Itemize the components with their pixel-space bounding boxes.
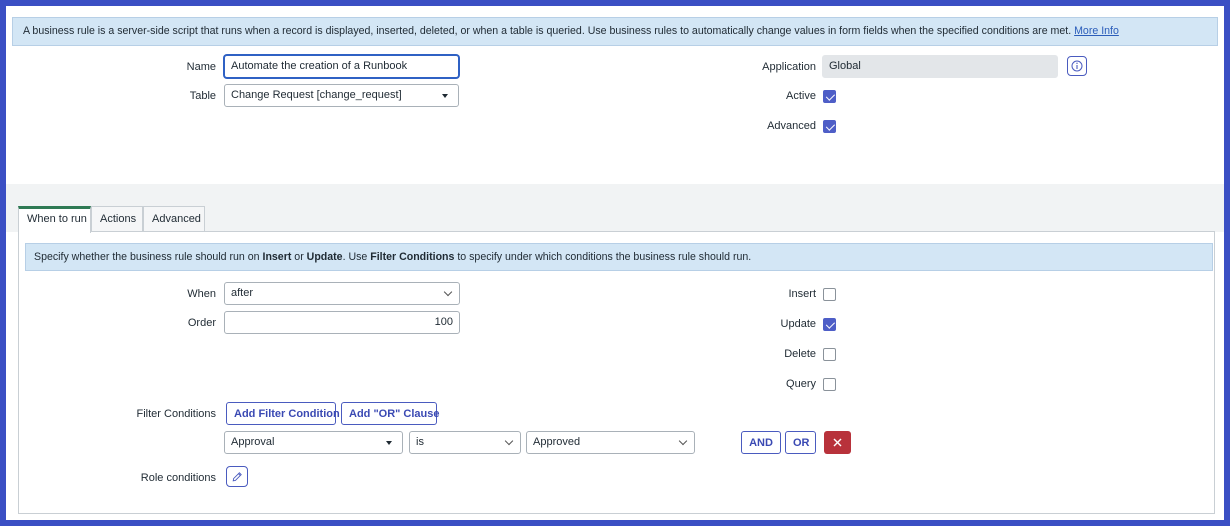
or-button[interactable]: OR [785,431,816,454]
advanced-label: Advanced [767,120,816,132]
order-label: Order [187,317,216,329]
tab-actions[interactable]: Actions [91,206,143,232]
application-field: Global [822,55,1058,78]
dropdown-caret-icon [386,441,392,445]
update-label: Update [780,318,816,330]
condition-operator-value: is [416,436,424,448]
when-select[interactable]: after [224,282,460,305]
chevron-down-icon [678,436,688,446]
info-circle-icon [1071,60,1083,72]
info-text: . Use [342,251,371,263]
delete-condition-button[interactable] [824,431,851,454]
active-label: Active [786,90,816,102]
when-label: When [187,288,216,300]
filter-conditions-label: Filter Conditions [136,408,216,420]
pencil-icon [232,471,242,481]
condition-field-value: Approval [231,436,275,448]
info-text: or [291,251,307,263]
delete-label: Delete [784,348,816,360]
and-button[interactable]: AND [741,431,781,454]
edit-role-conditions-button[interactable] [226,466,248,487]
dropdown-caret-icon [442,94,448,98]
add-filter-condition-button[interactable]: Add Filter Condition [226,402,340,425]
info-insert-text: Insert [262,251,292,263]
query-checkbox[interactable] [823,378,836,391]
when-select-value: after [231,287,254,299]
application-label: Application [762,61,816,73]
info-text: Specify whether the business rule should… [34,251,263,263]
tab-advanced[interactable]: Advanced [143,206,205,232]
insert-checkbox[interactable] [823,288,836,301]
role-conditions-label: Role conditions [140,472,216,484]
query-label: Query [786,378,816,390]
chevron-down-icon [504,436,514,446]
close-icon [833,438,842,447]
info-banner-text: A business rule is a server-side script … [23,25,1072,37]
advanced-checkbox[interactable] [823,120,836,133]
application-info-button[interactable] [1067,56,1087,76]
insert-label: Insert [788,288,816,300]
active-checkbox[interactable] [823,90,836,103]
condition-value-value: Approved [533,436,581,448]
info-update-text: Update [306,251,343,263]
more-info-link[interactable]: More Info [1074,25,1119,37]
condition-field-select[interactable]: Approval [224,431,403,454]
table-select-value: Change Request [change_request] [231,89,402,101]
update-checkbox[interactable] [823,318,836,331]
condition-value-select[interactable]: Approved [526,431,695,454]
chevron-down-icon [443,287,453,297]
table-select[interactable]: Change Request [change_request] [224,84,459,107]
name-input[interactable]: Automate the creation of a Runbook [224,55,459,78]
add-or-clause-button[interactable]: Add "OR" Clause [341,402,440,425]
condition-operator-select[interactable]: is [409,431,521,454]
delete-checkbox[interactable] [823,348,836,361]
name-label: Name [186,61,216,73]
when-to-run-info-banner: Specify whether the business rule should… [25,243,1213,271]
order-input[interactable]: 100 [224,311,460,334]
table-label: Table [189,90,216,102]
info-text: to specify under which conditions the bu… [454,251,752,263]
info-filter-text: Filter Conditions [370,251,455,263]
info-banner: A business rule is a server-side script … [12,17,1218,46]
tab-when-to-run[interactable]: When to run [18,206,91,233]
